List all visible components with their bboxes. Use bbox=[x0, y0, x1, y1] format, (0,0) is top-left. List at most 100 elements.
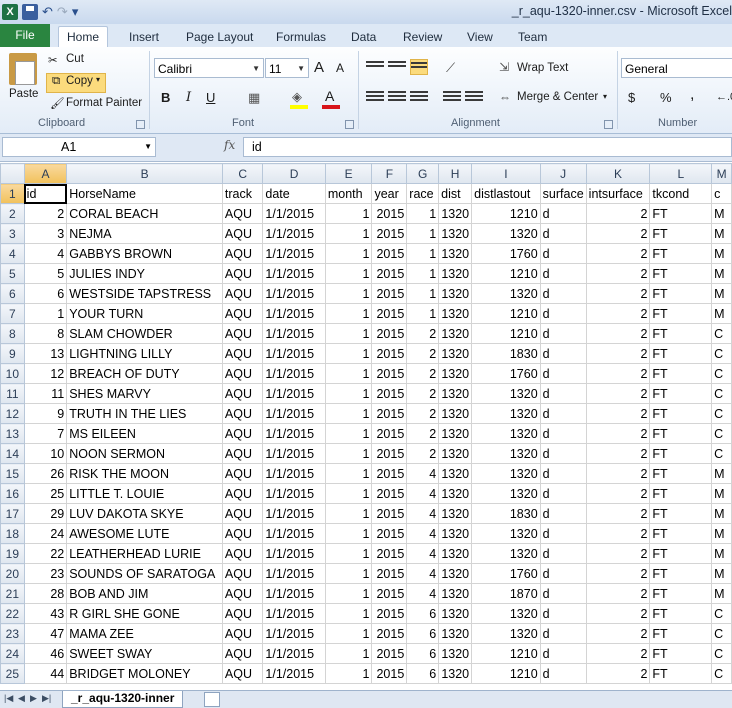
table-cell[interactable]: AQU bbox=[221, 363, 264, 384]
table-cell[interactable]: 1/1/2015 bbox=[262, 663, 326, 684]
table-cell[interactable]: AQU bbox=[221, 563, 264, 584]
table-cell[interactable]: 2015 bbox=[371, 363, 408, 384]
column-header[interactable]: K bbox=[585, 163, 651, 184]
table-cell[interactable]: 1/1/2015 bbox=[262, 223, 326, 244]
table-cell[interactable]: 1/1/2015 bbox=[262, 583, 326, 604]
row-header[interactable]: 2 bbox=[0, 203, 25, 224]
font-size-select[interactable]: 11 ▼ bbox=[265, 58, 309, 78]
table-cell[interactable]: 1 bbox=[406, 263, 440, 284]
table-cell[interactable]: 1 bbox=[324, 423, 373, 444]
row-header[interactable]: 12 bbox=[0, 403, 25, 424]
sheet-tab-active[interactable]: _r_aqu-1320-inner bbox=[62, 691, 184, 708]
table-cell[interactable]: SLAM CHOWDER bbox=[66, 323, 223, 344]
table-cell[interactable]: 1210 bbox=[471, 643, 541, 664]
table-cell[interactable]: d bbox=[539, 223, 587, 244]
table-cell[interactable]: AQU bbox=[221, 423, 264, 444]
table-cell[interactable]: 1320 bbox=[438, 643, 473, 664]
table-cell[interactable]: BRIDGET MOLONEY bbox=[66, 663, 223, 684]
row-header[interactable]: 8 bbox=[0, 323, 25, 344]
table-cell[interactable]: 1/1/2015 bbox=[262, 383, 326, 404]
table-cell[interactable]: C bbox=[711, 423, 732, 444]
paste-icon[interactable] bbox=[9, 53, 37, 85]
worksheet-table[interactable]: A B C D E F G H I J K L M 1 id HorseName tr… bbox=[0, 163, 732, 684]
customize-qat-icon[interactable]: ▾ bbox=[72, 4, 79, 20]
table-cell[interactable]: 1320 bbox=[438, 403, 473, 424]
table-cell[interactable]: d bbox=[539, 383, 587, 404]
table-cell[interactable]: 1 bbox=[324, 203, 373, 224]
table-cell[interactable]: AQU bbox=[221, 303, 264, 324]
table-cell[interactable]: 2 bbox=[585, 203, 651, 224]
table-cell[interactable]: 7 bbox=[23, 423, 68, 444]
table-cell[interactable]: 2015 bbox=[371, 543, 408, 564]
table-cell[interactable]: FT bbox=[649, 203, 713, 224]
table-cell[interactable]: 1320 bbox=[438, 343, 473, 364]
table-cell[interactable]: 2015 bbox=[371, 663, 408, 684]
table-cell[interactable]: 1210 bbox=[471, 663, 541, 684]
header-cell[interactable]: tkcond bbox=[649, 183, 713, 204]
table-cell[interactable]: 6 bbox=[406, 643, 440, 664]
table-cell[interactable]: 2015 bbox=[371, 563, 408, 584]
percent-button[interactable]: % bbox=[660, 90, 672, 105]
table-cell[interactable]: LIGHTNING LILLY bbox=[66, 343, 223, 364]
column-header[interactable]: L bbox=[649, 163, 713, 184]
table-cell[interactable]: FT bbox=[649, 643, 713, 664]
table-cell[interactable]: 1 bbox=[324, 243, 373, 264]
increase-decimal-icon[interactable]: ←.0 bbox=[716, 91, 732, 103]
table-cell[interactable]: 1320 bbox=[438, 663, 473, 684]
number-format-select[interactable]: General bbox=[621, 58, 732, 78]
table-cell[interactable]: 47 bbox=[23, 623, 68, 644]
table-cell[interactable]: 1320 bbox=[471, 283, 541, 304]
column-header[interactable]: F bbox=[371, 163, 408, 184]
table-cell[interactable]: 2015 bbox=[371, 623, 408, 644]
table-cell[interactable]: 1320 bbox=[471, 423, 541, 444]
table-cell[interactable]: FT bbox=[649, 383, 713, 404]
header-cell[interactable]: id bbox=[23, 183, 68, 204]
table-cell[interactable]: 1 bbox=[406, 243, 440, 264]
align-right-icon[interactable] bbox=[410, 89, 428, 105]
table-cell[interactable]: 1 bbox=[324, 263, 373, 284]
table-cell[interactable]: 1 bbox=[324, 523, 373, 544]
table-cell[interactable]: 1 bbox=[324, 323, 373, 344]
alignment-launcher-icon[interactable] bbox=[604, 120, 613, 129]
table-cell[interactable]: 6 bbox=[406, 603, 440, 624]
tab-team[interactable]: Team bbox=[510, 27, 555, 47]
table-cell[interactable]: M bbox=[711, 543, 732, 564]
table-cell[interactable]: LUV DAKOTA SKYE bbox=[66, 503, 223, 524]
table-cell[interactable]: FT bbox=[649, 403, 713, 424]
table-cell[interactable]: FT bbox=[649, 343, 713, 364]
table-cell[interactable]: NEJMA bbox=[66, 223, 223, 244]
table-cell[interactable]: M bbox=[711, 223, 732, 244]
table-cell[interactable]: 1320 bbox=[438, 423, 473, 444]
row-header[interactable]: 23 bbox=[0, 623, 25, 644]
worksheet-grid[interactable]: A B C D E F G H I J K L M 1 id HorseName tr… bbox=[0, 163, 732, 690]
table-cell[interactable]: C bbox=[711, 663, 732, 684]
align-middle-icon[interactable] bbox=[388, 59, 406, 75]
table-cell[interactable]: 1320 bbox=[438, 503, 473, 524]
table-cell[interactable]: LEATHERHEAD LURIE bbox=[66, 543, 223, 564]
table-cell[interactable]: M bbox=[711, 563, 732, 584]
table-cell[interactable]: 2 bbox=[585, 423, 651, 444]
table-cell[interactable]: 11 bbox=[23, 383, 68, 404]
column-header[interactable]: C bbox=[221, 163, 264, 184]
table-cell[interactable]: 1320 bbox=[471, 623, 541, 644]
tab-home[interactable]: Home bbox=[58, 26, 109, 48]
table-cell[interactable]: 2015 bbox=[371, 523, 408, 544]
table-cell[interactable]: FT bbox=[649, 463, 713, 484]
table-cell[interactable]: FT bbox=[649, 623, 713, 644]
next-sheet-icon[interactable]: ▶ bbox=[30, 693, 37, 704]
select-all-corner[interactable] bbox=[0, 163, 25, 184]
table-cell[interactable]: 1 bbox=[324, 343, 373, 364]
table-cell[interactable]: 1320 bbox=[438, 383, 473, 404]
table-cell[interactable]: 1/1/2015 bbox=[262, 323, 326, 344]
table-cell[interactable]: 1320 bbox=[438, 583, 473, 604]
table-cell[interactable]: FT bbox=[649, 483, 713, 504]
row-header[interactable]: 5 bbox=[0, 263, 25, 284]
table-cell[interactable]: NOON SERMON bbox=[66, 443, 223, 464]
table-cell[interactable]: 2 bbox=[406, 343, 440, 364]
table-cell[interactable]: M bbox=[711, 523, 732, 544]
table-cell[interactable]: 4 bbox=[406, 463, 440, 484]
table-cell[interactable]: 1/1/2015 bbox=[262, 263, 326, 284]
first-sheet-icon[interactable]: |◀ bbox=[4, 693, 13, 704]
column-header[interactable]: E bbox=[324, 163, 373, 184]
header-cell[interactable]: HorseName bbox=[66, 183, 223, 204]
